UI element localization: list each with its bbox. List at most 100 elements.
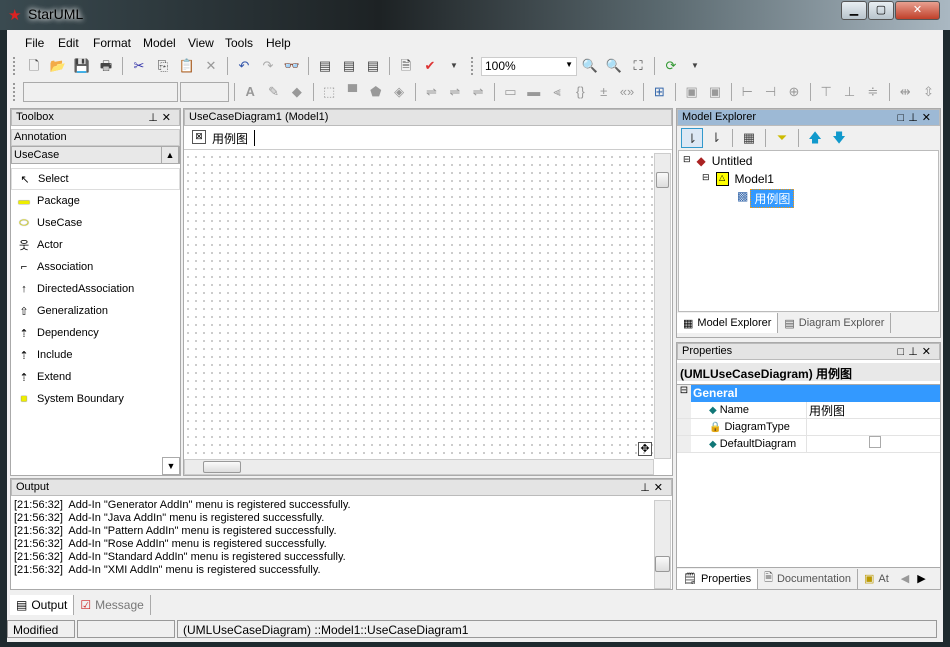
tab-output[interactable]: ▤ Output bbox=[10, 595, 75, 615]
suppress-icon[interactable]: ⇌ bbox=[421, 82, 442, 102]
align-right-icon[interactable]: ⊣ bbox=[760, 82, 781, 102]
undo-icon[interactable]: ↶ bbox=[233, 56, 255, 76]
close-button[interactable]: ✕ bbox=[895, 1, 940, 20]
property-row[interactable]: 🔒 DiagramType bbox=[677, 419, 940, 436]
font-icon[interactable]: A bbox=[240, 82, 261, 102]
delete-icon[interactable]: ✕ bbox=[200, 56, 222, 76]
font-name-select[interactable] bbox=[22, 82, 179, 102]
tab-scroll-left-icon[interactable]: ◀ bbox=[901, 572, 909, 585]
suppress2-icon[interactable]: ⇌ bbox=[444, 82, 465, 102]
diagram-icon[interactable]: ▤ bbox=[314, 56, 336, 76]
tree-item-untitled[interactable]: ⊟ ◆ Untitled bbox=[683, 154, 752, 168]
menu-help[interactable]: Help bbox=[262, 36, 295, 50]
zoom-in-icon[interactable]: 🔍 bbox=[579, 56, 601, 76]
menu-file[interactable]: File bbox=[21, 36, 48, 50]
new-icon[interactable]: 🗋 bbox=[23, 56, 45, 76]
toolbox-item-association[interactable]: ⌐ Association bbox=[11, 256, 180, 278]
refresh-icon[interactable]: ⟳ bbox=[660, 56, 682, 76]
fit-icon[interactable]: ⛶ bbox=[627, 56, 649, 76]
panel-pin-close-icon[interactable]: ⊥✕ bbox=[640, 481, 667, 494]
line-style-icon[interactable]: ▀ bbox=[342, 82, 363, 102]
toolbox-item-dependency[interactable]: ⇡ Dependency bbox=[11, 322, 180, 344]
toolbox-item-system-boundary[interactable]: ■ System Boundary bbox=[11, 388, 180, 410]
tab-model-explorer[interactable]: ▦ Model Explorer bbox=[677, 313, 779, 333]
space-h-icon[interactable]: ⇹ bbox=[895, 82, 916, 102]
line-color-icon[interactable]: ✎ bbox=[263, 82, 284, 102]
paste-icon[interactable]: 📋 bbox=[176, 56, 198, 76]
toolbox-item-package[interactable]: ▬ Package bbox=[11, 190, 180, 212]
toolbox-item-include[interactable]: ⇡ Include bbox=[11, 344, 180, 366]
property-row[interactable]: ◆ DefaultDiagram bbox=[677, 436, 940, 453]
shape-icon[interactable]: ⬟ bbox=[365, 82, 386, 102]
dropdown-arrow-icon[interactable]: ▼ bbox=[443, 56, 465, 76]
toolbox-item-usecase[interactable]: ⬭ UseCase bbox=[11, 212, 180, 234]
sort-by-order-icon[interactable]: ⇂ bbox=[681, 128, 703, 148]
tab-message[interactable]: ☑ Message bbox=[74, 595, 151, 615]
suppress3-icon[interactable]: ⇌ bbox=[467, 82, 488, 102]
menu-tools[interactable]: Tools bbox=[221, 36, 257, 50]
tab-documentation[interactable]: 🗎 Documentation bbox=[758, 568, 858, 589]
print-icon[interactable]: 🖶 bbox=[95, 56, 117, 76]
fill-color-icon[interactable]: ◆ bbox=[286, 82, 307, 102]
toolbox-item-select[interactable]: ↖ Select bbox=[11, 168, 180, 190]
verify-icon[interactable]: ✔ bbox=[419, 56, 441, 76]
minimize-button[interactable]: ▁ bbox=[841, 1, 867, 20]
bring-front-icon[interactable]: ▭ bbox=[500, 82, 521, 102]
panel-pin-close-icon[interactable]: ⊥✕ bbox=[148, 111, 175, 124]
tree-item-usecase-diagram[interactable]: ▩ 用例图 bbox=[737, 189, 795, 208]
align-bottom-icon[interactable]: ⊥ bbox=[839, 82, 860, 102]
panel-buttons-icon[interactable]: □⊥✕ bbox=[898, 111, 935, 124]
zoom-out-icon[interactable]: 🔍 bbox=[603, 56, 625, 76]
add-element-icon[interactable]: ▦ bbox=[738, 128, 760, 148]
toolbox-item-directedassociation[interactable]: ↑ DirectedAssociation bbox=[11, 278, 180, 300]
sort-by-name-icon[interactable]: ⇂ bbox=[705, 128, 727, 148]
dropdown-arrow-icon[interactable]: ▼ bbox=[684, 56, 706, 76]
space-v-icon[interactable]: ⇳ bbox=[918, 82, 939, 102]
tree-item-model1[interactable]: ⊟ △ Model1 bbox=[702, 172, 774, 186]
more-icon[interactable]: «» bbox=[616, 82, 637, 102]
autosize-icon[interactable]: ⬚ bbox=[319, 82, 340, 102]
diagram3-icon[interactable]: ▤ bbox=[362, 56, 384, 76]
diagram-tab[interactable]: ⊠ 用例图 bbox=[184, 126, 672, 150]
xmi-icon[interactable]: 🗎 bbox=[395, 56, 417, 76]
toolbox-item-extend[interactable]: ⇡ Extend bbox=[11, 366, 180, 388]
align-left-icon[interactable]: ⊢ bbox=[737, 82, 758, 102]
layout-icon[interactable]: ⊞ bbox=[649, 82, 670, 102]
align-center-icon[interactable]: ⊕ bbox=[783, 82, 804, 102]
align-top-icon[interactable]: ⊤ bbox=[816, 82, 837, 102]
toolbox-group-annotation[interactable]: Annotation bbox=[11, 129, 180, 146]
scroll-down-button[interactable]: ▼ bbox=[162, 457, 180, 475]
font-size-select[interactable] bbox=[180, 82, 229, 102]
toolbox-group-usecase[interactable]: UseCase ▲ bbox=[11, 146, 180, 164]
output-scrollbar[interactable] bbox=[654, 500, 671, 589]
horizontal-scrollbar[interactable] bbox=[184, 459, 654, 475]
navigator-icon[interactable]: ✥ bbox=[638, 442, 652, 456]
find-icon[interactable]: 👓 bbox=[281, 56, 303, 76]
toolbox-item-actor[interactable]: 웃 Actor bbox=[11, 234, 180, 256]
stereotype-icon[interactable]: ◈ bbox=[388, 82, 409, 102]
diagram2-icon[interactable]: ▤ bbox=[338, 56, 360, 76]
vertical-scrollbar[interactable] bbox=[654, 153, 671, 459]
save-icon[interactable]: 💾 bbox=[71, 56, 93, 76]
align-icon[interactable]: ⫷ bbox=[546, 82, 567, 102]
copy-icon[interactable]: ⎘ bbox=[152, 56, 174, 76]
maximize-button[interactable]: ▢ bbox=[868, 1, 894, 20]
toolbar-grip[interactable] bbox=[13, 57, 17, 75]
menu-view[interactable]: View bbox=[184, 36, 218, 50]
tab-properties[interactable]: 🗒 Properties bbox=[677, 568, 759, 589]
send-back-icon[interactable]: ▬ bbox=[523, 82, 544, 102]
section-general[interactable]: ⊟ General bbox=[677, 385, 940, 402]
open-icon[interactable]: 📂 bbox=[47, 56, 69, 76]
menu-model[interactable]: Model bbox=[139, 36, 180, 50]
tab-diagram-explorer[interactable]: ▤ Diagram Explorer bbox=[778, 313, 892, 333]
group-icon[interactable]: ▣ bbox=[681, 82, 702, 102]
move-up-icon[interactable]: 🡅 bbox=[804, 128, 826, 148]
menu-format[interactable]: Format bbox=[89, 36, 135, 50]
tab-scroll-right-icon[interactable]: ▶ bbox=[917, 572, 925, 585]
plus-minus-icon[interactable]: ± bbox=[593, 82, 614, 102]
default-diagram-checkbox[interactable] bbox=[869, 436, 881, 448]
align-middle-icon[interactable]: ≑ bbox=[862, 82, 883, 102]
filter-icon[interactable]: ⏷ bbox=[771, 128, 793, 148]
redo-icon[interactable]: ↷ bbox=[257, 56, 279, 76]
move-down-icon[interactable]: 🡇 bbox=[828, 128, 850, 148]
